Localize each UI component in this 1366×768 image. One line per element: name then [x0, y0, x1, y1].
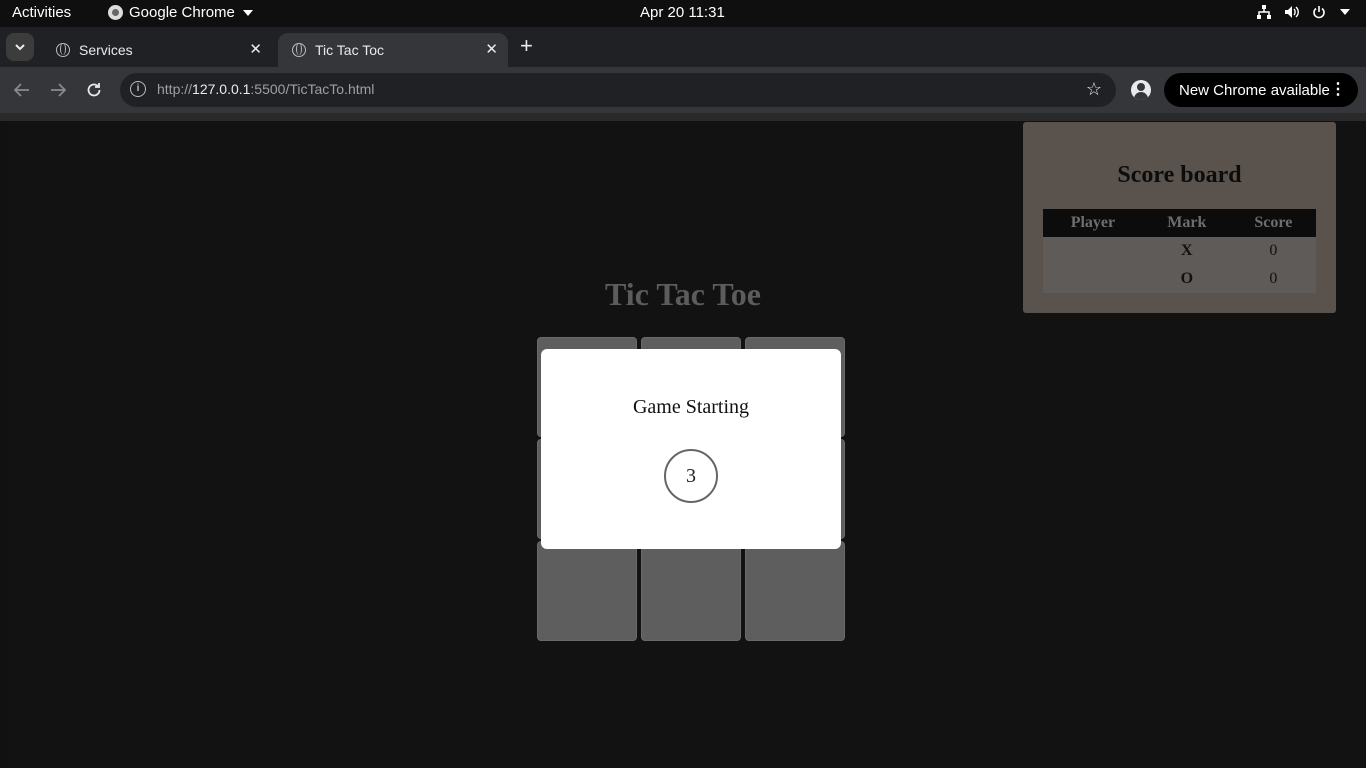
forward-button[interactable]: [48, 80, 68, 100]
globe-icon: [56, 43, 70, 57]
scoreboard: Score board Player Mark Score X 0 O 0: [1023, 122, 1336, 313]
countdown-timer: 3: [664, 449, 718, 503]
url-text[interactable]: http://127.0.0.1:5500/TicTacTo.html: [157, 81, 374, 97]
board-cell[interactable]: [745, 541, 845, 641]
table-row: X 0: [1043, 237, 1316, 265]
game-start-modal: Game Starting 3: [541, 349, 841, 549]
tab-tic-tac-toc[interactable]: Tic Tac Toc ✕: [278, 33, 508, 67]
back-button[interactable]: [12, 80, 32, 100]
bookmark-star-icon[interactable]: ☆: [1086, 80, 1102, 98]
column-header-score: Score: [1230, 209, 1316, 237]
network-icon: [1256, 5, 1272, 19]
update-label: New Chrome available: [1179, 81, 1330, 99]
globe-icon: [292, 43, 306, 57]
volume-icon: [1284, 5, 1300, 19]
tab-title: Services: [79, 42, 133, 58]
arrow-right-icon: [51, 83, 66, 97]
player-mark: O: [1142, 265, 1231, 293]
tab-search-button[interactable]: [6, 33, 34, 61]
table-row: O 0: [1043, 265, 1316, 293]
new-tab-button[interactable]: +: [520, 35, 533, 57]
reload-icon: [87, 83, 101, 97]
profile-avatar-icon[interactable]: [1131, 80, 1151, 100]
chevron-down-icon: [242, 9, 253, 16]
activities-button[interactable]: Activities: [12, 4, 71, 21]
clock[interactable]: Apr 20 11:31: [640, 4, 725, 21]
player-name: [1043, 237, 1143, 265]
arrow-left-icon: [14, 83, 29, 97]
chevron-down-icon: [15, 43, 25, 50]
player-name: [1043, 265, 1143, 293]
system-tray[interactable]: [1256, 5, 1350, 19]
update-chrome-button[interactable]: New Chrome available ⋮: [1164, 73, 1358, 107]
tab-strip: Services ✕ Tic Tac Toc ✕ +: [0, 27, 1366, 67]
column-header-player: Player: [1043, 209, 1143, 237]
close-icon[interactable]: ✕: [485, 42, 498, 58]
address-bar[interactable]: i http://127.0.0.1:5500/TicTacTo.html ☆: [120, 73, 1116, 107]
scoreboard-title: Score board: [1117, 162, 1242, 188]
chevron-down-icon: [1340, 9, 1350, 15]
system-top-bar: Activities Google Chrome Apr 20 11:31: [0, 0, 1366, 27]
power-icon: [1312, 5, 1326, 19]
column-header-mark: Mark: [1142, 209, 1231, 237]
modal-message: Game Starting: [632, 396, 750, 418]
app-menu[interactable]: Google Chrome: [108, 4, 253, 21]
more-vert-icon: ⋮: [1330, 81, 1346, 98]
close-icon[interactable]: ✕: [249, 42, 262, 58]
divider: [0, 113, 1366, 121]
board-cell[interactable]: [641, 541, 741, 641]
app-menu-label: Google Chrome: [129, 4, 235, 21]
board-cell[interactable]: [537, 541, 637, 641]
player-score: 0: [1230, 265, 1316, 293]
tab-services[interactable]: Services ✕: [42, 33, 272, 67]
player-mark: X: [1142, 237, 1231, 265]
player-score: 0: [1230, 237, 1316, 265]
reload-button[interactable]: [84, 80, 104, 100]
chrome-icon: [108, 5, 123, 20]
browser-toolbar: i http://127.0.0.1:5500/TicTacTo.html ☆ …: [0, 67, 1366, 113]
score-table: Player Mark Score X 0 O 0: [1043, 209, 1316, 293]
tab-title: Tic Tac Toc: [315, 42, 384, 58]
info-icon[interactable]: i: [130, 81, 146, 97]
